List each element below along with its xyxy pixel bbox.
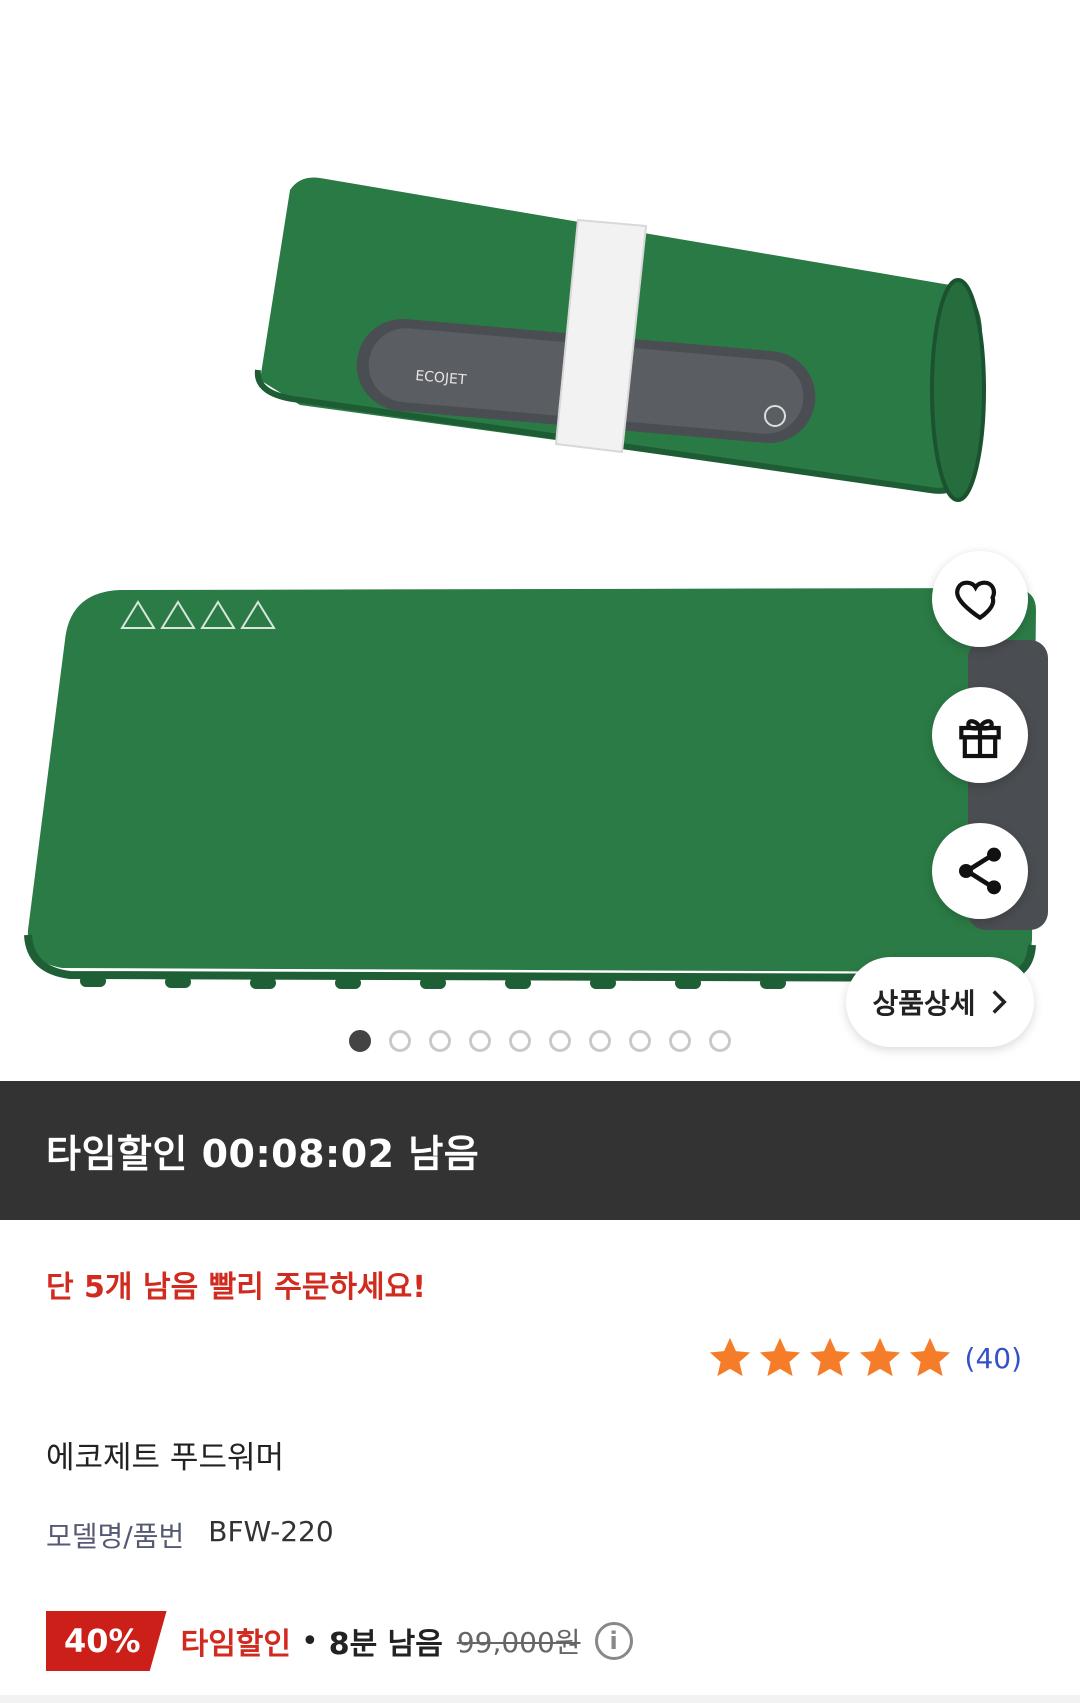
stock-notice: 단 5개 남음 빨리 주문하세요!	[46, 1270, 426, 1305]
carousel-dot[interactable]	[429, 1030, 451, 1052]
carousel-dot[interactable]	[589, 1030, 611, 1052]
share-icon	[959, 847, 1001, 895]
carousel-dot[interactable]	[629, 1030, 651, 1052]
discount-badge: 40%	[46, 1611, 167, 1671]
model-value: BFW-220	[208, 1515, 334, 1548]
carousel-dot[interactable]	[549, 1030, 571, 1052]
review-count[interactable]: (40)	[965, 1342, 1022, 1375]
star-icon	[759, 1337, 800, 1377]
original-price: 99,000원	[456, 1626, 581, 1659]
rating-summary[interactable]: (40)	[707, 1336, 1022, 1380]
model-info: 모델명/품번 BFW-220	[46, 1515, 334, 1555]
carousel-dot[interactable]	[509, 1030, 531, 1052]
separator: •	[301, 1623, 319, 1659]
carousel-dot[interactable]	[389, 1030, 411, 1052]
time-sale-countdown: 타임할인 00:08:02 남음	[46, 1132, 480, 1176]
wishlist-button[interactable]	[932, 551, 1028, 647]
star-icon	[809, 1337, 850, 1377]
gift-button[interactable]	[932, 687, 1028, 783]
price-row: 40% 타임할인 • 8분 남음 99,000원 i	[46, 1610, 633, 1672]
carousel-dot[interactable]	[469, 1030, 491, 1052]
gift-icon	[959, 719, 1001, 759]
product-image-carousel[interactable]: ECOJET 상품상세	[0, 0, 1080, 1080]
model-label: 모델명/품번	[46, 1520, 185, 1553]
star-icon	[709, 1337, 750, 1377]
time-sale-label: 타임할인	[180, 1627, 291, 1662]
star-icon	[859, 1337, 900, 1377]
time-sale-banner: 타임할인 00:08:02 남음	[0, 1081, 1080, 1220]
star-icon	[909, 1337, 950, 1377]
product-detail-label: 상품상세	[872, 987, 976, 1020]
heart-icon	[955, 580, 996, 621]
carousel-indicator[interactable]	[0, 1030, 1080, 1052]
info-icon[interactable]: i	[594, 1622, 633, 1660]
chevron-right-icon	[992, 990, 1007, 1014]
carousel-dot[interactable]	[349, 1030, 371, 1052]
carousel-dot[interactable]	[669, 1030, 691, 1052]
carousel-dot[interactable]	[709, 1030, 731, 1052]
product-title: 에코제트 푸드워머	[46, 1440, 285, 1476]
time-remaining: 8분 남음	[328, 1627, 443, 1662]
product-image: ECOJET	[24, 177, 1048, 989]
divider	[0, 1695, 1080, 1703]
share-button[interactable]	[932, 823, 1028, 919]
